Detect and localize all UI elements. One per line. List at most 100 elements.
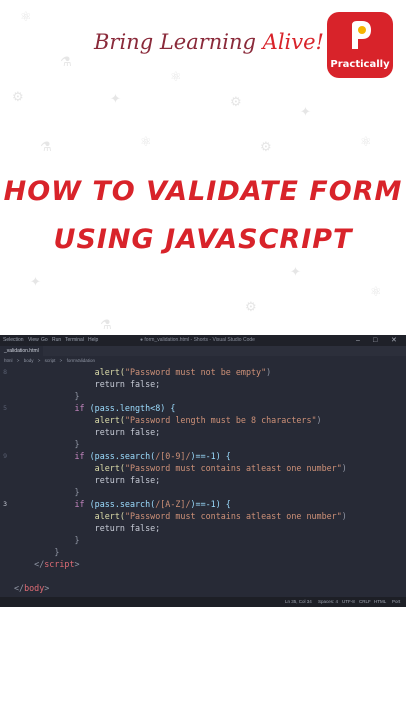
code-line[interactable]: if (pass.length<8) { [14,402,176,414]
tagline-accent: Alive! [262,30,324,54]
breadcrumb-separator: > [59,358,63,363]
code-token: ) [266,367,272,377]
code-line[interactable]: return false; [14,426,161,438]
headline-line-2: USING JAVASCRIPT [53,224,353,255]
status-cursor-position[interactable]: Ln 35, Col 34 [285,597,312,607]
code-line[interactable]: if (pass.search(/[A-Z]/)==-1) { [14,498,231,510]
decor-atom-icon: ⚛ [370,285,382,300]
maximize-icon[interactable]: □ [373,335,377,346]
code-editor[interactable]: 8593 alert("Password must not be empty")… [0,365,406,597]
practically-logo-icon [352,21,371,49]
code-token: ) [316,415,322,425]
code-token: return false; [14,379,161,389]
code-token: return false; [14,523,161,533]
thumbnail-header: ⚛ ⚗ ⚙ ✦ ⚛ ⚙ ✦ ⚗ ⚛ ⚙ ⚛ ✦ ⚗ ⚙ ✦ ⚛ Bring Le… [0,0,406,335]
breadcrumb-separator: > [16,358,20,363]
line-number: 8 [3,368,7,376]
menu-go[interactable]: Go [41,335,48,346]
code-line[interactable]: alert("Password must contains atleast on… [14,462,347,474]
line-number: 3 [3,500,7,508]
tab-bar: _validation.html [0,346,406,356]
menu-bar: Selection View Go Run Terminal Help ● fo… [0,335,406,346]
menu-terminal[interactable]: Terminal [65,335,84,346]
code-token: "Password must contains atleast one numb… [124,511,342,521]
breadcrumb-item[interactable]: html [4,358,13,363]
decor-star-icon: ✦ [30,275,41,290]
line-number-gutter: 8 5 9 3 [0,365,10,597]
code-line[interactable]: </script> [14,558,80,570]
close-icon[interactable]: ✕ [391,335,397,346]
decor-flask-icon: ⚗ [40,140,52,155]
status-encoding[interactable]: UTF-8 [342,597,355,607]
code-token: script [44,559,75,569]
code-token: ) [341,463,347,473]
status-line-ending[interactable]: CRLF [359,597,371,607]
code-line[interactable]: return false; [14,474,161,486]
line-number: 5 [3,404,7,412]
code-line[interactable]: if (pass.search(/[0-9]/)==-1) { [14,450,231,462]
minimize-icon[interactable]: – [356,335,360,346]
code-line[interactable]: } [14,546,59,558]
decor-atom-icon: ⚛ [140,135,152,150]
status-indentation[interactable]: Spaces: 4 [318,597,338,607]
line-number: 9 [3,452,7,460]
code-token: alert( [14,367,125,377]
breadcrumb-item[interactable]: formValidation [67,358,95,363]
code-line[interactable]: } [14,534,80,546]
code-token: "Password length must be 8 characters" [124,415,317,425]
code-token: } [14,391,80,401]
menu-help[interactable]: Help [88,335,98,346]
code-token: ) [341,511,347,521]
decor-flask-icon: ⚗ [100,318,112,333]
code-line[interactable]: } [14,438,80,450]
decor-flask-icon: ⚗ [60,55,72,70]
status-port[interactable]: Port [392,597,400,607]
code-token: > [74,559,80,569]
code-line[interactable]: return false; [14,378,161,390]
decor-gear-icon: ⚙ [245,300,257,315]
decor-gear-icon: ⚙ [260,140,272,155]
decor-atom-icon: ⚛ [360,135,372,150]
menu-run[interactable]: Run [52,335,61,346]
code-token: return false; [14,475,161,485]
decor-atom-icon: ⚛ [20,10,32,25]
breadcrumb: html > body > script > formValidation [0,356,406,365]
code-token: } [14,487,80,497]
code-line[interactable]: alert("Password must contains atleast on… [14,510,347,522]
decor-star-icon: ✦ [110,92,121,107]
tab-form-validation[interactable]: _validation.html [0,346,43,356]
code-line[interactable]: </body> [14,582,49,594]
menu-selection[interactable]: Selection [3,335,24,346]
code-token: (pass.search( [89,499,156,509]
decor-gear-icon: ⚙ [230,95,242,110]
breadcrumb-item[interactable]: body [24,358,34,363]
code-line[interactable]: } [14,486,80,498]
code-token: if [14,499,90,509]
code-token: "Password must contains atleast one numb… [124,463,342,473]
code-token: alert( [14,415,125,425]
code-line[interactable]: return false; [14,522,161,534]
status-language[interactable]: HTML [374,597,386,607]
code-token: alert( [14,511,125,521]
code-line[interactable]: alert("Password must not be empty") [14,366,272,378]
practically-logo: Practically [327,12,393,78]
code-line[interactable]: alert("Password length must be 8 charact… [14,414,322,426]
code-token: )==-1) { [190,451,231,461]
code-token: } [14,535,80,545]
breadcrumb-separator: > [37,358,41,363]
code-token: /[0-9]/ [155,451,191,461]
vscode-window: Selection View Go Run Terminal Help ● fo… [0,335,406,607]
breadcrumb-item[interactable]: script [45,358,56,363]
code-token: (pass.length<8) { [89,403,176,413]
menu-view[interactable]: View [28,335,39,346]
logo-wordmark: Practically [330,59,390,70]
code-token: "Password must not be empty" [124,367,267,377]
code-line[interactable]: } [14,390,80,402]
code-token: alert( [14,463,125,473]
window-title: ● form_validation.html - Shorts - Visual… [140,337,255,343]
status-bar: Ln 35, Col 34 Spaces: 4 UTF-8 CRLF HTML … [0,597,406,607]
headline-line-1: HOW TO VALIDATE FORM [3,176,403,207]
code-token: return false; [14,427,161,437]
code-token: </ [14,559,45,569]
code-token: )==-1) { [190,499,231,509]
